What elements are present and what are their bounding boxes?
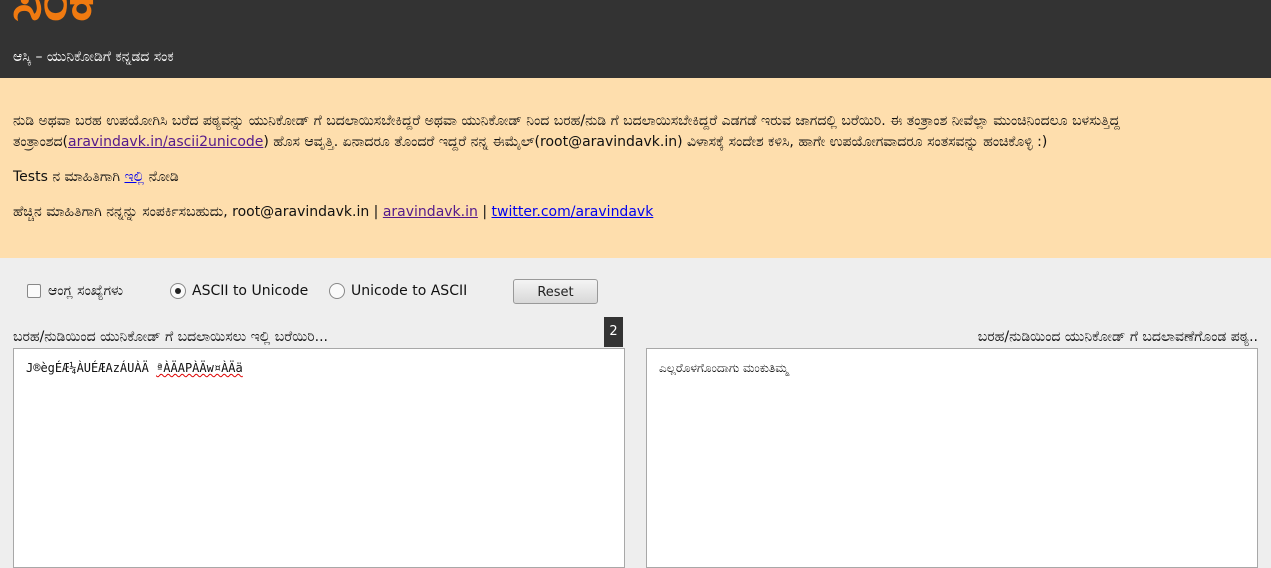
homepage-link[interactable]: aravindavk.in xyxy=(383,204,478,220)
output-label: ಬರಹ/ನುಡಿಯಿಂದ ಯುನಿಕೋಡ್ ಗೆ ಬದಲಾವಣೆಗೊಂಡ ಪಠ್… xyxy=(977,329,1258,345)
tests-link[interactable]: ಇಲ್ಲಿ xyxy=(124,169,144,185)
output-textarea[interactable]: ಎಲ್ಲರೊಳಗೊಂದಾಗು ಮಂಕುತಿಮ್ಮ xyxy=(646,348,1258,568)
reset-button[interactable]: Reset xyxy=(513,279,598,304)
input-word-misspelled: ªÀÄAPÀÄw¤ÀÄä xyxy=(156,361,243,375)
info-panel: ನುಡಿ ಅಥವಾ ಬರಹ ಉಪಯೋಗಿಸಿ ಬರೆದ ಪಠ್ಯವನ್ನು ಯು… xyxy=(0,78,1271,258)
input-label: ಬರಹ/ನುಡಿಯಿಂದ ಯುನಿಕೋಡ್ ಗೆ ಬದಲಾಯಿಸಲು ಇಲ್ಲಿ… xyxy=(13,329,328,345)
site-header: ಸಂಕ ಆಸ್ಕಿ – ಯುನಿಕೋಡಿಗೆ ಕನ್ನಡದ ಸಂಕ xyxy=(0,0,1271,78)
input-word: J®ègÉÆ¼ÀUÉÆAzÁUÀÄ xyxy=(26,361,149,375)
english-numbers-checkbox[interactable] xyxy=(27,284,41,298)
site-logo[interactable]: ಸಂಕ xyxy=(12,0,95,28)
contact-paragraph: ಹೆಚ್ಚಿನ ಮಾಹಿತಿಗಾಗಿ ನನ್ನನ್ನು ಸಂಪರ್ಕಿಸಬಹುದ… xyxy=(13,202,1261,223)
english-numbers-option[interactable]: ಆಂಗ್ಲ ಸಂಖ್ಯೆಗಳು xyxy=(27,283,123,299)
contact-text: ಹೆಚ್ಚಿನ ಮಾಹಿತಿಗಾಗಿ ನನ್ನನ್ನು ಸಂಪರ್ಕಿಸಬಹುದ… xyxy=(13,204,383,220)
tests-text: Tests ನ ಮಾಹಿತಿಗಾಗಿ xyxy=(13,169,125,185)
site-tagline: ಆಸ್ಕಿ – ಯುನಿಕೋಡಿಗೆ ಕನ್ನಡದ ಸಂಕ xyxy=(13,49,174,65)
tests-text-end: ನೋಡಿ xyxy=(144,169,179,185)
tests-paragraph: Tests ನ ಮಾಹಿತಿಗಾಗಿ ಇಲ್ಲಿ ನೋಡಿ xyxy=(13,167,1261,188)
input-textarea[interactable]: J®ègÉÆ¼ÀUÉÆAzÁUÀÄ ªÀÄAPÀÄw¤ÀÄä xyxy=(13,348,625,568)
twitter-link[interactable]: twitter.com/aravindavk xyxy=(492,204,654,220)
contact-separator: | xyxy=(477,204,492,220)
intro-text-end: ) ಹೊಸ ಆವೃತ್ತಿ. ಏನಾದರೂ ತೊಂದರೆ ಇದ್ದರೆ ನನ್ನ… xyxy=(263,134,1048,150)
ascii-to-unicode-option[interactable]: ASCII to Unicode xyxy=(170,283,308,299)
old-tool-link[interactable]: aravindavk.in/ascii2unicode xyxy=(68,134,263,150)
unicode-to-ascii-option[interactable]: Unicode to ASCII xyxy=(329,283,467,299)
ascii-to-unicode-radio[interactable] xyxy=(170,283,186,299)
controls-bar: ಆಂಗ್ಲ ಸಂಖ್ಯೆಗಳು ASCII to Unicode Unicode… xyxy=(0,258,1271,328)
unicode-to-ascii-label: Unicode to ASCII xyxy=(351,283,468,299)
unicode-to-ascii-radio[interactable] xyxy=(329,283,345,299)
intro-paragraph: ನುಡಿ ಅಥವಾ ಬರಹ ಉಪಯೋಗಿಸಿ ಬರೆದ ಪಠ್ಯವನ್ನು ಯು… xyxy=(13,111,1261,153)
english-numbers-label: ಆಂಗ್ಲ ಸಂಖ್ಯೆಗಳು xyxy=(48,283,124,299)
ascii-to-unicode-label: ASCII to Unicode xyxy=(192,283,309,299)
word-count-badge: 2 xyxy=(604,317,623,347)
